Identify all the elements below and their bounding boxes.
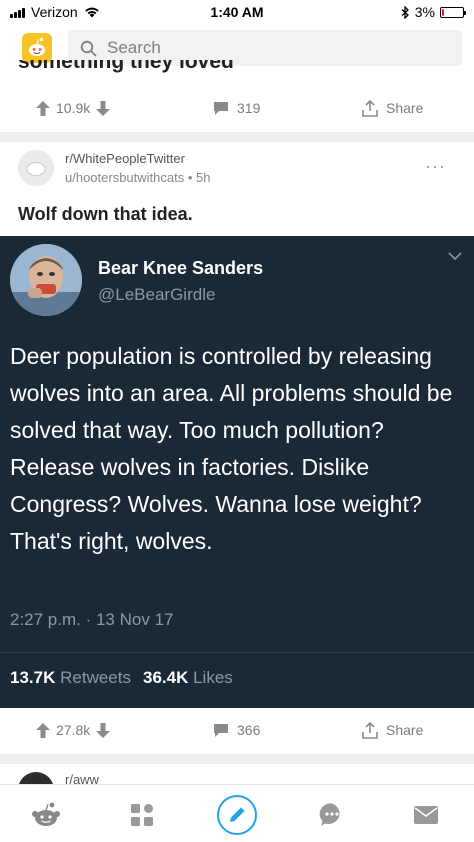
bluetooth-icon (401, 5, 409, 19)
comment-count: 319 (237, 100, 261, 116)
share-icon (362, 721, 378, 739)
battery-percent: 3% (414, 4, 435, 20)
bottom-tab-bar (0, 784, 474, 842)
post-title[interactable]: Wolf down that idea. (18, 204, 193, 225)
share-button[interactable]: Share (362, 721, 424, 739)
post-header: r/WhitePeopleTwitter u/hootersbutwithcat… (18, 148, 458, 190)
tab-popular[interactable] (120, 793, 164, 837)
comments-button[interactable]: 366 (213, 722, 260, 738)
subreddit-default-icon (26, 162, 46, 176)
tab-chat[interactable] (310, 793, 354, 837)
subreddit-name[interactable]: r/WhitePeopleTwitter (65, 151, 185, 166)
tweet-timestamp: 2:27 p.m. · 13 Nov 17 (10, 610, 174, 629)
mail-icon (414, 806, 438, 824)
likes-label: Likes (193, 668, 233, 687)
tab-inbox[interactable] (404, 793, 448, 837)
carrier-label: Verizon (31, 4, 78, 20)
post-actions: 27.8k 366 Share (0, 712, 474, 748)
tweet-author-name: Bear Knee Sanders (98, 258, 264, 278)
wifi-icon (85, 7, 99, 18)
tweet-avatar (10, 244, 82, 316)
post-author[interactable]: u/hootersbutwithcats (65, 170, 184, 185)
battery-icon (440, 6, 466, 18)
likes-stat: 36.4K Likes (143, 668, 233, 688)
tweet-text: Deer population is controlled by releasi… (10, 343, 453, 554)
retweets-count: 13.7K (10, 668, 56, 687)
upvote-icon[interactable] (36, 100, 50, 116)
comment-icon (214, 723, 228, 737)
comment-count: 366 (237, 722, 261, 738)
search-placeholder: Search (107, 38, 161, 57)
status-bar: Verizon 1:40 AM 3% (0, 0, 474, 24)
post-age: 5h (196, 170, 211, 185)
signal-icon (10, 7, 25, 18)
downvote-icon[interactable] (96, 722, 111, 738)
chat-icon (319, 803, 340, 826)
previous-post-actions: 10.9k 319 Share (0, 90, 474, 126)
snoo-logo-icon[interactable] (22, 33, 52, 63)
comments-button[interactable]: 319 (213, 100, 260, 116)
chevron-down-icon (448, 252, 462, 261)
downvote-icon[interactable] (96, 100, 111, 116)
tab-home[interactable] (24, 793, 68, 837)
vote-controls: 10.9k (36, 100, 111, 116)
retweets-label: Retweets (60, 668, 131, 687)
retweets-stat: 13.7K Retweets (10, 668, 131, 688)
search-icon (80, 40, 97, 56)
upvote-count: 27.8k (56, 722, 91, 738)
reddit-home-icon (32, 802, 60, 826)
tweet-image[interactable]: Bear Knee Sanders @LeBearGirdle Deer pop… (0, 236, 474, 708)
more-options-icon[interactable]: ··· (425, 156, 446, 177)
status-right: 3% (401, 4, 466, 20)
tweet-stats: 13.7K Retweets 36.4K Likes (10, 668, 233, 688)
post-byline: u/hootersbutwithcats • 5h (65, 170, 211, 185)
tweet-author-handle: @LeBearGirdle (98, 285, 216, 304)
share-label: Share (386, 722, 424, 738)
comment-icon (214, 101, 228, 115)
status-left: Verizon (10, 4, 100, 20)
likes-count: 36.4K (142, 668, 189, 687)
previous-post-title-text: something they loved (18, 60, 234, 73)
vote-controls: 27.8k (36, 722, 111, 738)
share-button[interactable]: Share (362, 99, 424, 117)
share-icon (362, 99, 378, 117)
subreddit-avatar[interactable] (18, 150, 54, 186)
upvote-icon[interactable] (36, 722, 50, 738)
previous-post-title[interactable]: something they loved (18, 60, 234, 82)
byline-separator: • (187, 170, 197, 185)
pencil-icon (217, 795, 257, 835)
post-separator (0, 132, 474, 142)
next-post-header[interactable]: r/aww (18, 766, 458, 786)
share-label: Share (386, 100, 424, 116)
battery-fill (442, 8, 444, 16)
grid-icon (131, 804, 153, 826)
tweet-divider (0, 652, 474, 653)
upvote-count: 10.9k (56, 100, 91, 116)
post-separator (0, 754, 474, 764)
tab-create-post[interactable] (215, 793, 259, 837)
